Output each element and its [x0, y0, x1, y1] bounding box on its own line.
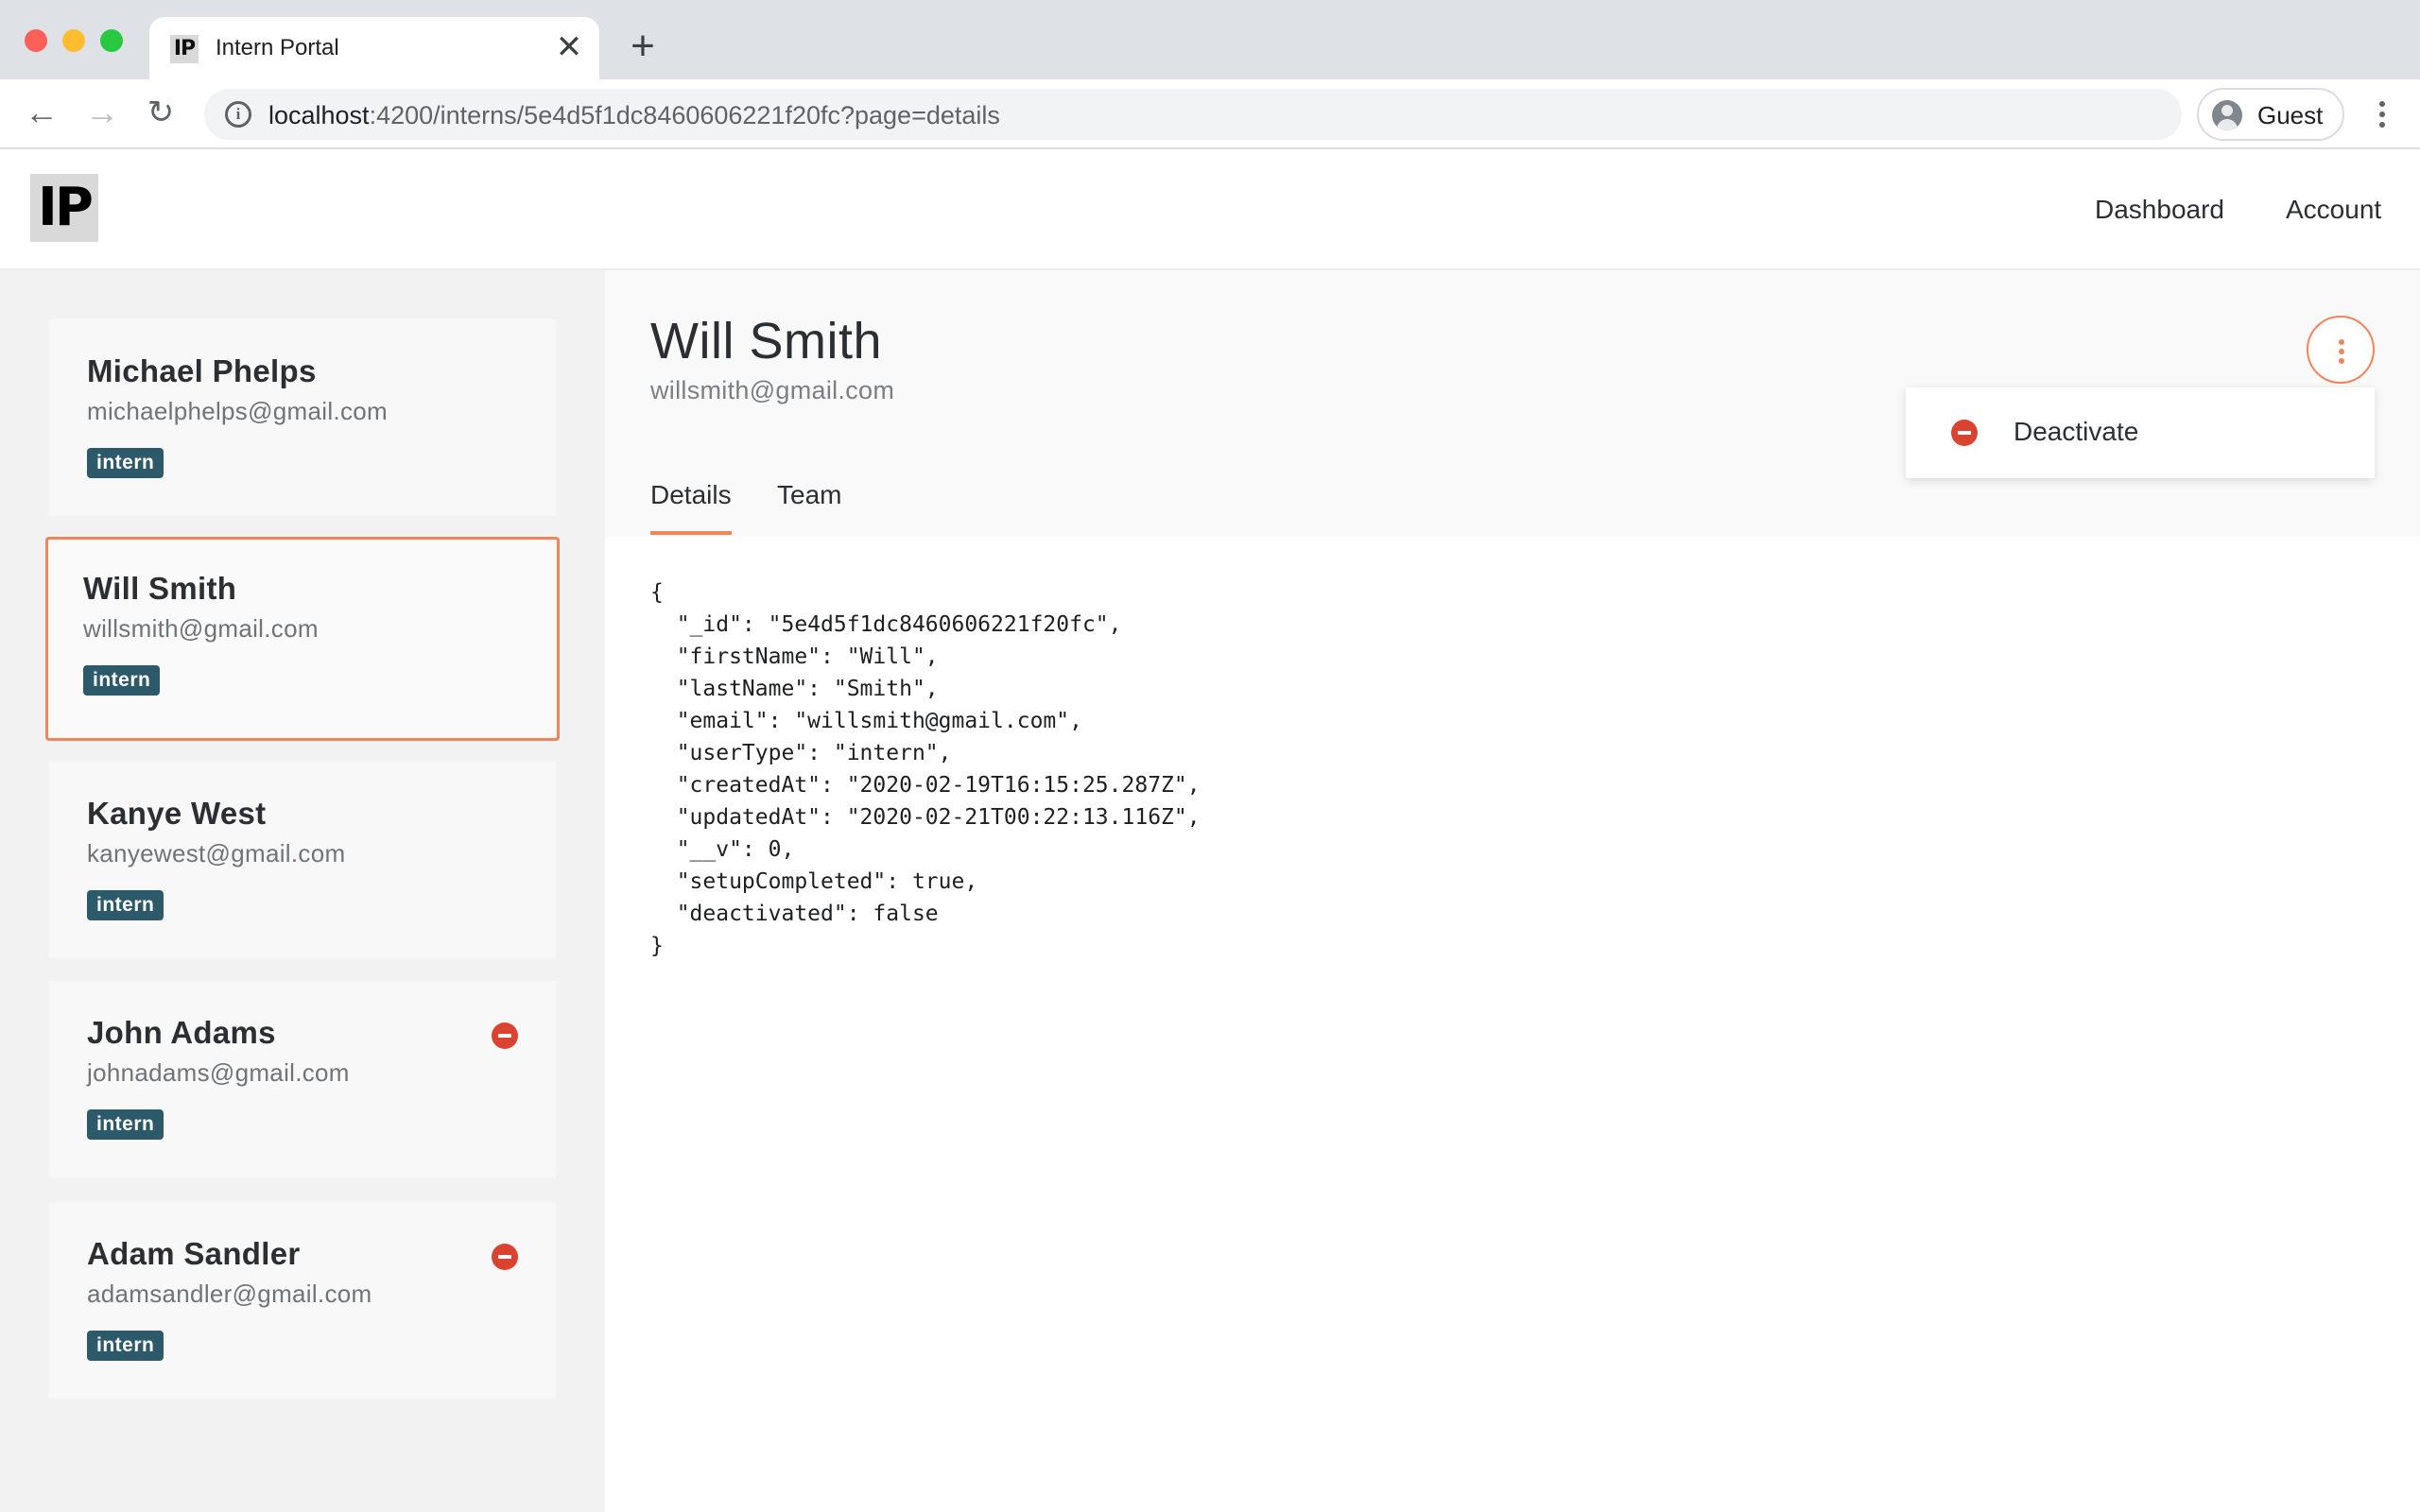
- intern-email: adamsandler@gmail.com: [87, 1280, 372, 1308]
- detail-email: willsmith@gmail.com: [650, 376, 895, 404]
- close-tab-icon[interactable]: ✕: [554, 31, 584, 63]
- deactivated-icon: [492, 1244, 518, 1270]
- intern-card-will-smith[interactable]: Will Smith willsmith@gmail.com intern: [45, 537, 560, 741]
- maximize-window-button[interactable]: [100, 29, 123, 52]
- intern-card-michael-phelps[interactable]: Michael Phelps michaelphelps@gmail.com i…: [49, 319, 556, 516]
- intern-card-adam-sandler[interactable]: Adam Sandler adamsandler@gmail.com inter…: [49, 1202, 556, 1399]
- minimize-window-button[interactable]: [62, 29, 85, 52]
- intern-name: Michael Phelps: [87, 353, 317, 388]
- user-type-badge: intern: [87, 1331, 164, 1361]
- browser-tab[interactable]: IP Intern Portal ✕: [149, 17, 599, 79]
- json-line: "setupCompleted": true,: [650, 869, 978, 894]
- intern-name: Will Smith: [83, 571, 237, 606]
- browser-tab-strip: IP Intern Portal ✕ +: [0, 0, 2420, 79]
- intern-name: Kanye West: [87, 796, 267, 831]
- app-header: IP Dashboard Account: [0, 149, 2420, 270]
- tab-title: Intern Portal: [216, 35, 339, 60]
- intern-email: kanyewest@gmail.com: [87, 839, 346, 868]
- url-text[interactable]: localhost:4200/interns/5e4d5f1dc84606062…: [268, 101, 1000, 129]
- json-line: "__v": 0,: [650, 837, 795, 862]
- detail-header: Will Smith willsmith@gmail.com Details T…: [605, 270, 2420, 537]
- json-line: "createdAt": "2020-02-19T16:15:25.287Z",: [650, 773, 1201, 798]
- actions-dropdown: Deactivate: [1906, 387, 2375, 478]
- json-line: }: [650, 934, 664, 958]
- json-details: { "_id": "5e4d5f1dc8460606221f20fc", "fi…: [650, 576, 1201, 962]
- json-line: "_id": "5e4d5f1dc8460606221f20fc",: [650, 612, 1122, 637]
- close-window-button[interactable]: [25, 29, 47, 52]
- app-logo[interactable]: IP: [30, 174, 98, 242]
- nav-account-link[interactable]: Account: [2286, 195, 2381, 225]
- three-dots-vertical-icon[interactable]: [2363, 94, 2401, 135]
- json-line: "lastName": "Smith",: [650, 677, 939, 701]
- json-line: "email": "willsmith@gmail.com",: [650, 709, 1082, 733]
- kebab-menu-icon[interactable]: [2307, 316, 2375, 384]
- tab-team[interactable]: Team: [777, 480, 841, 510]
- intern-card-kanye-west[interactable]: Kanye West kanyewest@gmail.com intern: [49, 762, 556, 958]
- intern-email: johnadams@gmail.com: [87, 1058, 350, 1087]
- address-bar[interactable]: i localhost:4200/interns/5e4d5f1dc846060…: [204, 89, 2182, 140]
- tab-details[interactable]: Details: [650, 480, 732, 510]
- deactivated-icon: [492, 1022, 518, 1049]
- json-line: "firstName": "Will",: [650, 644, 939, 669]
- intern-detail-panel: Will Smith willsmith@gmail.com Details T…: [605, 270, 2420, 1512]
- guest-avatar-icon: [2212, 100, 2242, 130]
- url-path: :4200/interns/5e4d5f1dc8460606221f20fc?p…: [369, 101, 1000, 129]
- active-tab-indicator: [650, 531, 732, 535]
- intern-list: Michael Phelps michaelphelps@gmail.com i…: [0, 270, 605, 1512]
- browser-toolbar: ← → ↻ i localhost:4200/interns/5e4d5f1dc…: [0, 79, 2420, 149]
- user-type-badge: intern: [83, 665, 161, 696]
- detail-name: Will Smith: [650, 313, 882, 369]
- intern-name: Adam Sandler: [87, 1236, 301, 1271]
- json-line: "userType": "intern",: [650, 741, 952, 765]
- reload-icon[interactable]: ↻: [142, 94, 180, 131]
- intern-card-john-adams[interactable]: John Adams johnadams@gmail.com intern: [49, 981, 556, 1177]
- json-line: "deactivated": false: [650, 902, 939, 926]
- intern-email: willsmith@gmail.com: [83, 614, 319, 643]
- forward-arrow-icon[interactable]: →: [83, 94, 121, 131]
- profile-label: Guest: [2257, 101, 2324, 129]
- nav-dashboard-link[interactable]: Dashboard: [2095, 195, 2224, 225]
- url-host: localhost: [268, 101, 370, 129]
- deactivate-label: Deactivate: [2014, 417, 2139, 446]
- info-icon[interactable]: i: [225, 101, 251, 128]
- user-type-badge: intern: [87, 890, 164, 920]
- user-type-badge: intern: [87, 448, 164, 478]
- intern-email: michaelphelps@gmail.com: [87, 397, 388, 425]
- json-line: "updatedAt": "2020-02-21T00:22:13.116Z",: [650, 805, 1201, 830]
- new-tab-button[interactable]: +: [624, 26, 662, 67]
- back-arrow-icon[interactable]: ←: [23, 94, 60, 131]
- profile-button[interactable]: Guest: [2197, 88, 2344, 141]
- json-line: {: [650, 580, 664, 605]
- minus-circle-icon: [1951, 420, 1978, 446]
- ip-logo-icon: IP: [170, 35, 199, 63]
- user-type-badge: intern: [87, 1109, 164, 1140]
- intern-name: John Adams: [87, 1015, 276, 1050]
